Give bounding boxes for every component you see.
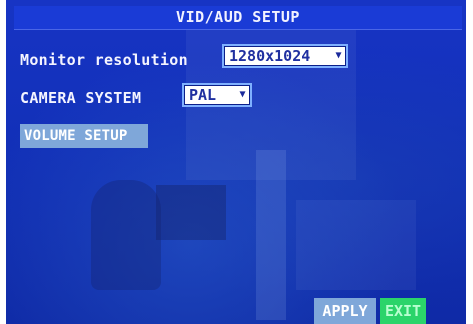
camera-system-label: CAMERA SYSTEM bbox=[20, 89, 142, 107]
camera-system-value: PAL bbox=[189, 86, 217, 104]
chevron-down-icon: ▼ bbox=[333, 50, 344, 62]
chevron-down-icon: ▼ bbox=[237, 89, 248, 101]
dialog-title: VID/AUD SETUP bbox=[14, 6, 462, 30]
volume-setup-button[interactable]: VOLUME SETUP bbox=[20, 124, 148, 148]
monitor-resolution-value: 1280x1024 bbox=[229, 47, 311, 65]
camera-system-dropdown[interactable]: PAL ▼ bbox=[182, 83, 252, 107]
dvr-setup-screen: VID/AUD SETUP Monitor resolution 1280x10… bbox=[6, 0, 466, 324]
monitor-resolution-dropdown[interactable]: 1280x1024 ▼ bbox=[222, 44, 348, 68]
exit-button[interactable]: EXIT bbox=[380, 298, 426, 324]
monitor-resolution-label: Monitor resolution bbox=[20, 51, 188, 69]
apply-button[interactable]: APPLY bbox=[314, 298, 376, 324]
